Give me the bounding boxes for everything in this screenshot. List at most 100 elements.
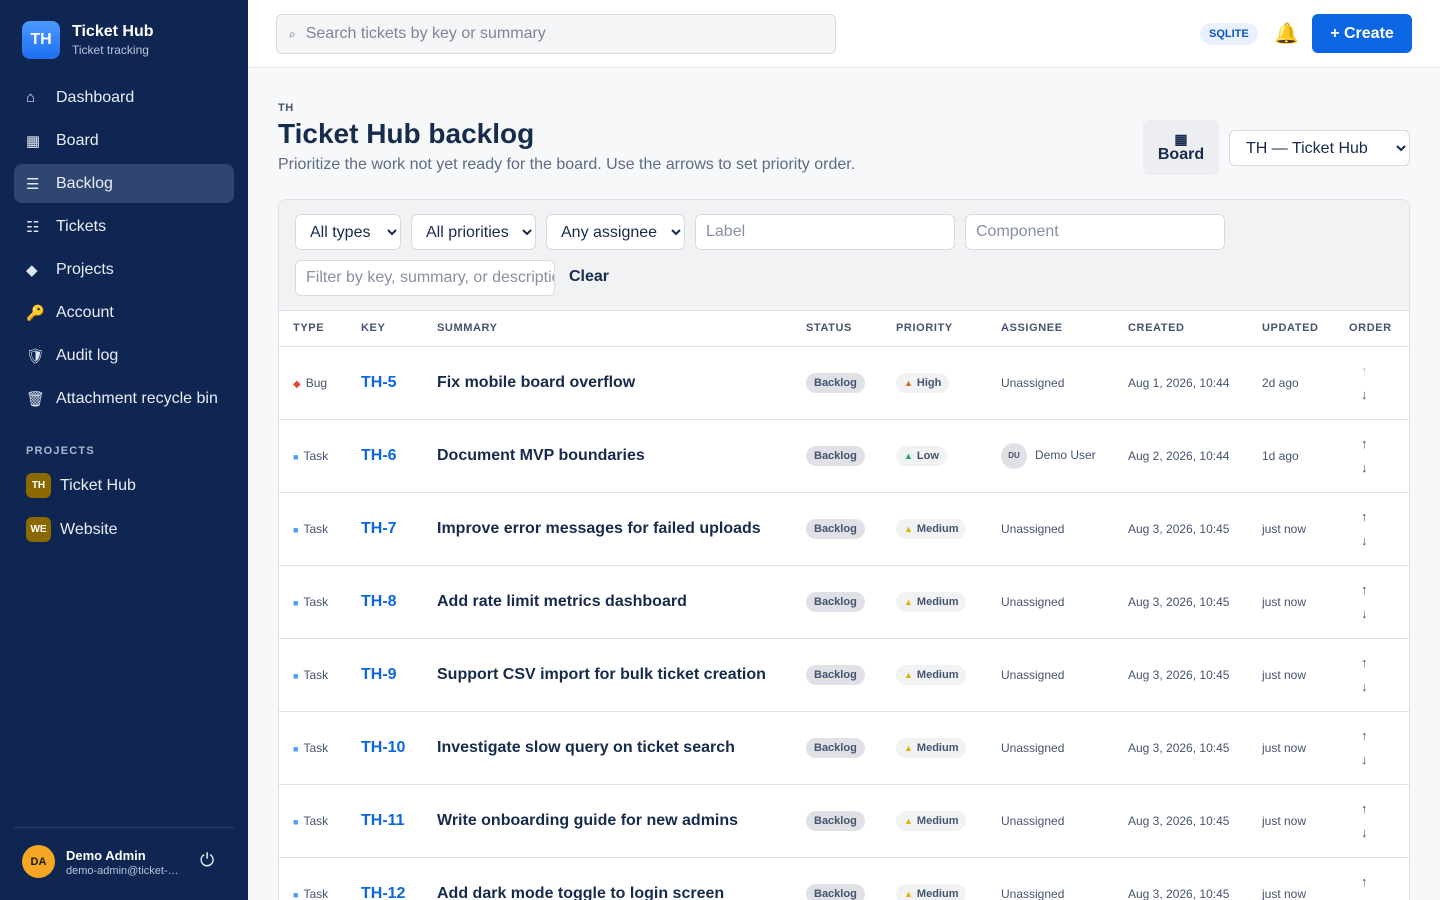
clear-filters-button[interactable]: Clear <box>569 268 609 286</box>
move-up-icon[interactable]: ↑ <box>1361 505 1409 529</box>
sidebar-item-board[interactable]: ▦ Board <box>14 121 234 160</box>
sidebar-item-dashboard[interactable]: ⌂ Dashboard <box>14 78 234 117</box>
ticket-key-link[interactable]: TH-6 <box>361 447 397 464</box>
move-down-icon[interactable]: ↓ <box>1361 894 1409 900</box>
key-cell: TH-5 <box>361 346 437 420</box>
avatar[interactable]: DA <box>22 845 55 878</box>
brand[interactable]: TH Ticket Hub Ticket tracking <box>22 21 154 59</box>
sidebar-item-tickets[interactable]: ☷ Tickets <box>14 207 234 246</box>
create-button[interactable]: + Create <box>1312 14 1412 53</box>
move-down-icon[interactable]: ↓ <box>1361 675 1409 699</box>
priority-arrow-icon: ▲ <box>904 742 913 753</box>
breadcrumb[interactable]: TH <box>278 102 294 114</box>
ticket-summary-link[interactable]: Add rate limit metrics dashboard <box>437 593 687 610</box>
table-row[interactable]: ■ Task TH-9 Support CSV import for bulk tic… <box>279 638 1409 712</box>
text-filter[interactable] <box>295 260 555 296</box>
updated-cell: just now <box>1262 492 1349 566</box>
status-cell: Backlog <box>806 857 896 900</box>
sidebar-item-label: Audit log <box>56 346 119 364</box>
ticket-summary-link[interactable]: Investigate slow query on ticket search <box>437 739 735 756</box>
type-label: Task <box>303 886 329 900</box>
sidebar-project-ticket-hub[interactable]: TH Ticket Hub <box>26 473 136 498</box>
priority-filter[interactable]: All priorities <box>411 214 536 250</box>
move-up-icon[interactable]: ↑ <box>1361 432 1409 456</box>
ticket-key-link[interactable]: TH-8 <box>361 593 397 610</box>
table-row[interactable]: ■ Task TH-6 Document MVP boundaries Backlog ▲… <box>279 419 1409 493</box>
move-up-icon[interactable]: ↑ <box>1361 870 1409 894</box>
type-cell: ■ Task <box>279 784 361 858</box>
search-box[interactable]: ⌕ <box>276 14 836 54</box>
sidebar-project-website[interactable]: WE Website <box>26 517 118 542</box>
table-row[interactable]: ■ Task TH-10 Investigate slow query on tick… <box>279 711 1409 785</box>
table-row[interactable]: ■ Task TH-11 Write onboarding guide for new… <box>279 784 1409 858</box>
move-up-icon[interactable]: ↑ <box>1361 359 1409 383</box>
bell-icon[interactable]: 🔔 <box>1274 21 1299 46</box>
board-button[interactable]: ▦ Board <box>1143 120 1219 175</box>
ticket-summary-link[interactable]: Add dark mode toggle to login screen <box>437 885 724 900</box>
ticket-key-link[interactable]: TH-12 <box>361 885 405 900</box>
table-row[interactable]: ■ Task TH-12 Add dark mode toggle to login … <box>279 857 1409 900</box>
project-name: Ticket Hub <box>60 476 136 494</box>
move-down-icon[interactable]: ↓ <box>1361 602 1409 626</box>
project-badge: TH <box>26 473 51 498</box>
status-cell: Backlog <box>806 565 896 639</box>
sidebar-item-label: Board <box>56 131 99 149</box>
order-cell: ↑↓ <box>1349 346 1409 420</box>
sidebar-item-audit-log[interactable]: 🛡 Audit log <box>14 336 234 375</box>
priority-label: High <box>916 376 942 389</box>
move-down-icon[interactable]: ↓ <box>1361 821 1409 845</box>
priority-cell: ▲ Medium <box>896 711 1001 785</box>
move-up-icon[interactable]: ↑ <box>1361 724 1409 748</box>
updated-cell: 1d ago <box>1262 419 1349 493</box>
ticket-key-link[interactable]: TH-9 <box>361 666 397 683</box>
ticket-summary-link[interactable]: Write onboarding guide for new admins <box>437 812 738 829</box>
sidebar-item-label: Tickets <box>56 217 107 235</box>
type-filter[interactable]: All types <box>295 214 401 250</box>
ticket-summary-link[interactable]: Support CSV import for bulk ticket creat… <box>437 666 766 683</box>
priority-cell: ▲ Medium <box>896 857 1001 900</box>
assignee-name: Unassigned <box>1001 521 1065 536</box>
sidebar-item-account[interactable]: 🔑 Account <box>14 293 234 332</box>
assignee-filter[interactable]: Any assignee <box>546 214 685 250</box>
move-down-icon[interactable]: ↓ <box>1361 529 1409 553</box>
move-up-icon[interactable]: ↑ <box>1361 651 1409 675</box>
ticket-key-link[interactable]: TH-5 <box>361 374 397 391</box>
move-down-icon[interactable]: ↓ <box>1361 383 1409 407</box>
sidebar-item-attachment-recycle-bin[interactable]: 🗑 Attachment recycle bin <box>14 379 234 418</box>
move-down-icon[interactable]: ↓ <box>1361 456 1409 480</box>
label-filter[interactable] <box>695 214 955 250</box>
key-cell: TH-10 <box>361 711 437 785</box>
board-button-label: Board <box>1157 145 1205 163</box>
component-filter[interactable] <box>965 214 1225 250</box>
created-cell: Aug 3, 2026, 10:45 <box>1128 638 1262 712</box>
ticket-key-link[interactable]: TH-10 <box>361 739 405 756</box>
status-cell: Backlog <box>806 711 896 785</box>
logout-power-icon[interactable]: ⏻ <box>200 850 214 871</box>
move-up-icon[interactable]: ↑ <box>1361 578 1409 602</box>
column-header-created: CREATED <box>1128 311 1262 347</box>
project-select[interactable]: TH — Ticket Hub <box>1229 130 1410 166</box>
search-input[interactable] <box>305 25 806 43</box>
status-badge: Backlog <box>806 737 865 758</box>
filters-bar: All types All priorities Any assignee Cl… <box>279 200 1409 311</box>
ticket-summary-link[interactable]: Improve error messages for failed upload… <box>437 520 761 537</box>
priority-badge: ▲ Low <box>896 445 947 466</box>
type-cell: ■ Task <box>279 565 361 639</box>
priority-arrow-icon: ▲ <box>904 888 913 899</box>
sidebar-item-projects[interactable]: ◆ Projects <box>14 250 234 289</box>
topbar: ⌕ SQLITE 🔔 + Create <box>248 0 1440 68</box>
summary-cell: Support CSV import for bulk ticket creat… <box>437 638 806 712</box>
ticket-summary-link[interactable]: Document MVP boundaries <box>437 447 645 464</box>
move-up-icon[interactable]: ↑ <box>1361 797 1409 821</box>
updated-cell: 2d ago <box>1262 346 1349 420</box>
table-row[interactable]: ◆ Bug TH-5 Fix mobile board overflow Backlog… <box>279 346 1409 420</box>
move-down-icon[interactable]: ↓ <box>1361 748 1409 772</box>
key-cell: TH-6 <box>361 419 437 493</box>
sidebar-item-backlog[interactable]: ☰ Backlog <box>14 164 234 203</box>
ticket-summary-link[interactable]: Fix mobile board overflow <box>437 374 635 391</box>
table-row[interactable]: ■ Task TH-8 Add rate limit metrics dashboar… <box>279 565 1409 639</box>
assignee-cell: Unassigned <box>1001 857 1128 900</box>
ticket-key-link[interactable]: TH-7 <box>361 520 397 537</box>
ticket-key-link[interactable]: TH-11 <box>361 812 405 829</box>
table-row[interactable]: ■ Task TH-7 Improve error messages for fail… <box>279 492 1409 566</box>
